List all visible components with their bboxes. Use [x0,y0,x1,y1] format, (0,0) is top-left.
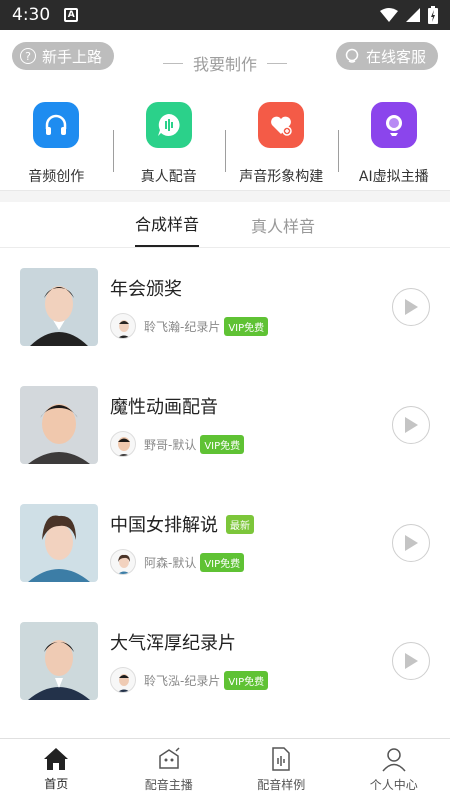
divider [162,62,183,64]
home-icon [44,748,69,770]
feature-label: AI虚拟主播 [358,169,429,185]
nav-label: 配音样例 [257,778,306,792]
feature-label: 真人配音 [140,169,197,185]
service-icon [345,48,359,63]
play-icon [405,299,418,315]
bottom-nav: 首页 配音主播 配音样例 个人中心 [0,738,450,800]
sample-title: 魔性动画配音 [110,393,392,419]
avatar [20,268,98,346]
voice-name: 野哥-默认 [144,437,197,452]
voice-avatar [110,431,136,457]
play-icon [405,653,418,669]
sample-meta: 聆飞瀚-纪录片 VIP免费 [110,313,392,339]
tab-synthesized-samples[interactable]: 合成样音 [134,211,199,247]
feature-label: 音频创作 [28,169,85,185]
chat-voice-icon [145,102,192,148]
status-time: 4:30 [12,5,51,25]
make-title-label: 我要制作 [192,55,257,74]
ai-anchor-icon [370,102,417,148]
play-button[interactable] [392,406,430,444]
vip-badge: VIP免费 [200,434,245,454]
tab-human-samples[interactable]: 真人样音 [251,213,315,247]
sample-title-text: 中国女排解说 [110,515,218,536]
sample-info: 魔性动画配音 野哥-默认 VIP免费 [110,393,392,457]
voice-avatar [110,667,136,693]
nav-label: 个人中心 [369,778,418,792]
notification-icon: A [64,8,79,22]
section-divider [0,190,450,202]
sample-meta: 聆飞泓-纪录片 VIP免费 [110,667,392,693]
heart-voice-icon [258,102,305,148]
vip-badge: VIP免费 [224,670,269,690]
voice-name: 聆飞瀚-纪录片 [144,319,221,334]
divider [267,62,287,64]
sample-meta: 阿森-默认 VIP免费 [110,549,392,575]
avatar [20,504,98,582]
feature-ai-anchor[interactable]: AI虚拟主播 [337,102,450,190]
play-button[interactable] [392,642,430,680]
nav-voice-anchors[interactable]: 配音主播 [113,739,226,800]
list-item[interactable]: 中国女排解说 最新 阿森-默认 VIP免费 [0,484,450,602]
sample-info: 年会颁奖 聆飞瀚-纪录片 VIP免费 [110,275,392,339]
question-icon: ? [20,48,36,64]
sample-meta: 野哥-默认 VIP免费 [110,431,392,457]
sample-list: 年会颁奖 聆飞瀚-纪录片 VIP免费 魔性动画配音 野哥-默认 VIP免费 中国… [0,248,450,720]
feature-label: 声音形象构建 [239,169,324,185]
nav-home[interactable]: 首页 [0,739,113,800]
list-item[interactable]: 魔性动画配音 野哥-默认 VIP免费 [0,366,450,484]
play-button[interactable] [392,288,430,326]
sample-title-text: 大气浑厚纪录片 [110,633,236,654]
status-right [380,6,438,24]
avatar [20,622,98,700]
headphones-icon [33,102,80,148]
list-item[interactable]: 年会颁奖 聆飞瀚-纪录片 VIP免费 [0,248,450,366]
voice-name: 阿森-默认 [144,555,197,570]
newbie-guide-label: 新手上路 [42,47,103,66]
newbie-guide-button[interactable]: ? 新手上路 [12,42,115,70]
status-bar: 4:30 A [0,0,450,30]
sample-title: 中国女排解说 最新 [110,511,392,537]
robot-icon [159,747,180,769]
feature-voice-image[interactable]: 声音形象构建 [225,102,338,190]
play-icon [405,417,418,433]
sample-info: 中国女排解说 最新 阿森-默认 VIP免费 [110,511,392,575]
voice-name: 聆飞泓-纪录片 [144,673,221,688]
sample-info: 大气浑厚纪录片 聆飞泓-纪录片 VIP免费 [110,629,392,693]
vip-badge: VIP免费 [200,552,245,572]
vip-badge: VIP免费 [224,316,269,336]
new-badge: 最新 [226,514,254,534]
feature-audio-creation[interactable]: 音频创作 [0,102,113,190]
voice-avatar [110,549,136,575]
nav-profile[interactable]: 个人中心 [338,739,450,800]
play-icon [405,535,418,551]
voice-avatar [110,313,136,339]
sample-title: 年会颁奖 [110,275,392,301]
nav-label: 首页 [44,777,69,791]
signal-icon [406,8,420,22]
online-service-button[interactable]: 在线客服 [335,42,438,70]
sample-title: 大气浑厚纪录片 [110,629,392,655]
sample-title-text: 魔性动画配音 [110,397,218,418]
header-row: ? 新手上路 我要制作 在线客服 [0,30,450,82]
wifi-icon [380,8,398,22]
person-icon [382,748,406,772]
play-button[interactable] [392,524,430,562]
audio-file-icon [272,747,290,771]
nav-label: 配音主播 [144,778,193,792]
sample-tabs: 合成样音 真人样音 [0,202,450,248]
battery-icon [428,6,438,24]
online-service-label: 在线客服 [365,47,426,66]
nav-dubbing-samples[interactable]: 配音样例 [225,739,338,800]
feature-grid: 音频创作 真人配音 声音形象构建 AI虚拟主播 [0,82,450,190]
sample-title-text: 年会颁奖 [110,279,182,300]
avatar [20,386,98,464]
make-section-title: 我要制作 [162,51,287,75]
feature-human-dubbing[interactable]: 真人配音 [112,102,226,190]
list-item[interactable]: 大气浑厚纪录片 聆飞泓-纪录片 VIP免费 [0,602,450,720]
